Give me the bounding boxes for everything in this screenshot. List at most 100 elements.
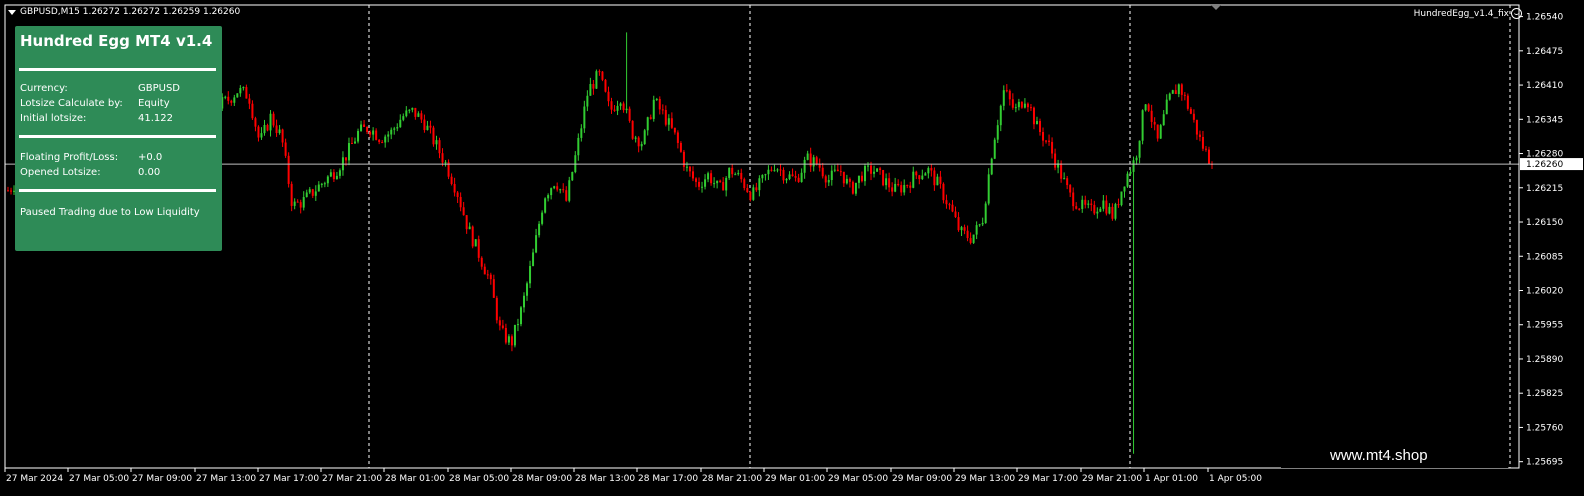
- trading-chart[interactable]: 1.26260 27 Mar 2024 27 Mar 05:00 27 Mar 09…: [0, 0, 1584, 496]
- candle-body: [1204, 148, 1207, 150]
- candle: [598, 69, 601, 76]
- candle-body: [818, 164, 821, 168]
- candle-body: [930, 168, 933, 171]
- price-label: 1.26280: [1526, 150, 1563, 160]
- initial-lotsize-label: Initial lotsize:: [20, 113, 87, 124]
- candle-body: [354, 141, 357, 144]
- time-label: 29 Mar 13:00: [955, 474, 1015, 484]
- candle-body: [278, 129, 281, 133]
- candle-body: [357, 130, 360, 142]
- candle: [1020, 101, 1023, 109]
- candle: [957, 212, 960, 232]
- candle: [1153, 117, 1156, 131]
- candle-body: [963, 227, 966, 231]
- candle-body: [749, 192, 752, 200]
- candle: [912, 166, 915, 189]
- candle-body: [867, 165, 869, 167]
- candle: [812, 154, 815, 172]
- candle-body: [625, 108, 628, 111]
- candle-body: [1147, 104, 1150, 111]
- candle: [860, 171, 863, 183]
- candle-body: [335, 175, 338, 180]
- candle-body: [773, 170, 776, 172]
- candle-body: [595, 71, 598, 89]
- candle: [713, 177, 716, 188]
- candle-body: [486, 274, 489, 276]
- candle: [842, 171, 845, 187]
- candle-body: [450, 176, 453, 184]
- candle-body: [903, 185, 906, 193]
- candle: [975, 221, 978, 240]
- price-chart-canvas[interactable]: 1.26260 27 Mar 2024 27 Mar 05:00 27 Mar 09…: [0, 0, 1584, 496]
- candle-body: [492, 279, 495, 298]
- candle: [438, 137, 441, 159]
- candle: [876, 168, 879, 172]
- candle: [824, 174, 827, 188]
- candle-body: [1159, 125, 1162, 139]
- candle: [806, 150, 809, 161]
- candle-body: [610, 101, 613, 110]
- time-label: 27 Mar 09:00: [132, 474, 192, 484]
- candle: [1045, 139, 1048, 144]
- candle: [381, 139, 384, 144]
- candle-body: [966, 230, 969, 239]
- candle-body: [915, 171, 918, 176]
- panel-divider: [19, 135, 216, 138]
- candle-body: [526, 283, 529, 296]
- candle-body: [794, 176, 797, 178]
- price-label: 1.26150: [1526, 218, 1563, 228]
- candle: [863, 163, 866, 186]
- candle-body: [860, 175, 863, 182]
- indicator-label[interactable]: HundredEgg_v1.4_fix: [1414, 8, 1522, 19]
- candle: [984, 201, 987, 224]
- candle: [725, 176, 728, 197]
- candle-body: [227, 96, 230, 101]
- candle: [788, 171, 791, 181]
- candle-body: [848, 178, 851, 182]
- candle: [305, 189, 308, 198]
- candle-body: [906, 185, 909, 187]
- candle-body: [1156, 124, 1159, 139]
- candle-body: [695, 178, 697, 182]
- smiley-icon[interactable]: [1511, 8, 1522, 19]
- candle-body: [1039, 120, 1041, 133]
- price-label: 1.25955: [1526, 321, 1563, 331]
- candle-body: [580, 128, 583, 138]
- candle: [695, 177, 697, 188]
- candle-body: [441, 153, 444, 163]
- candle: [254, 116, 257, 132]
- time-label: 27 Mar 21:00: [322, 474, 382, 484]
- candle: [329, 169, 332, 178]
- candle-body: [1048, 140, 1051, 142]
- candle-body: [390, 129, 393, 135]
- candle-body: [1132, 160, 1135, 172]
- opened-lotsize-label: Opened Lotsize:: [20, 167, 101, 178]
- candle-body: [954, 211, 957, 218]
- dropdown-triangle-icon[interactable]: [8, 9, 16, 15]
- candle-body: [1111, 206, 1114, 219]
- candle: [685, 161, 688, 172]
- candle: [257, 125, 260, 142]
- candle-body: [1177, 84, 1180, 95]
- candle-body: [275, 125, 278, 133]
- candle-body: [495, 297, 498, 321]
- candle: [800, 168, 803, 183]
- candle-body: [402, 116, 405, 120]
- candle-body: [803, 159, 806, 173]
- candle: [803, 156, 806, 179]
- candle: [1096, 207, 1099, 219]
- candle: [1183, 92, 1186, 101]
- candle: [1141, 109, 1144, 145]
- candle-body: [1093, 204, 1096, 214]
- candle: [233, 94, 236, 106]
- candle-body: [308, 189, 311, 193]
- candle: [622, 101, 625, 113]
- candle-body: [426, 125, 429, 131]
- candle: [341, 151, 344, 176]
- candle: [480, 256, 483, 270]
- time-label: 29 Mar 01:00: [765, 474, 825, 484]
- candle-body: [347, 143, 350, 161]
- candle-body: [519, 307, 522, 325]
- candle: [547, 193, 550, 202]
- chart-shift-marker-icon[interactable]: [1211, 5, 1221, 10]
